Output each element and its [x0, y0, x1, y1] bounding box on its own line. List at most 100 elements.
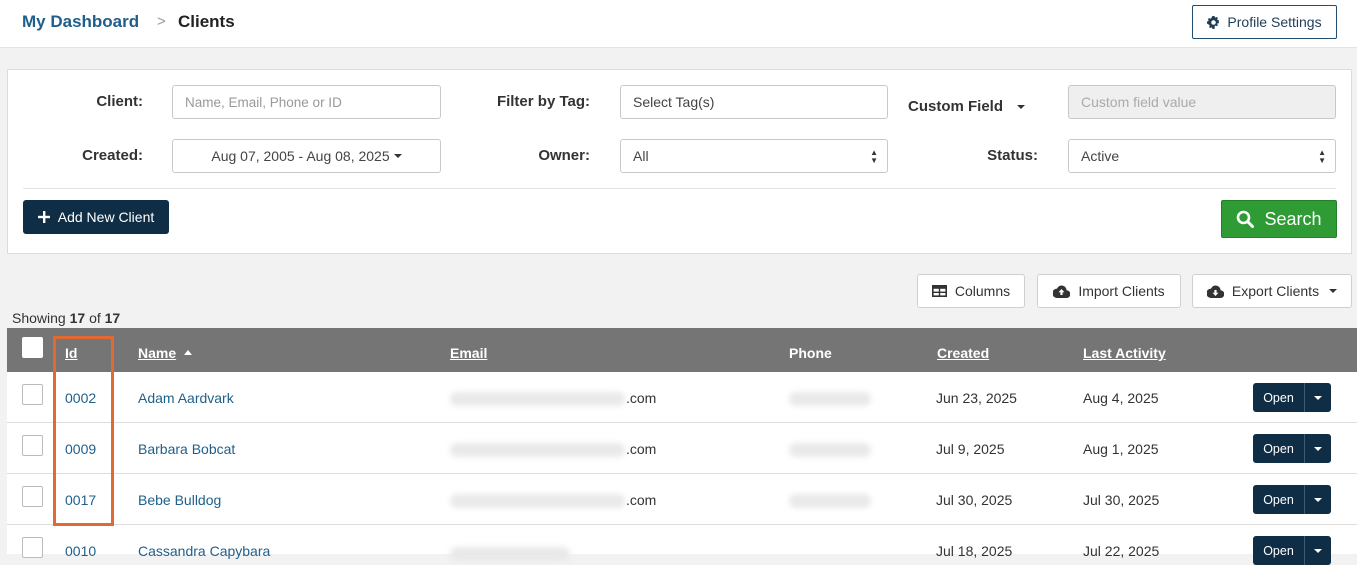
- open-dropdown-toggle[interactable]: [1305, 485, 1331, 514]
- breadcrumb-home-link[interactable]: My Dashboard: [22, 12, 139, 32]
- column-header-phone: Phone: [789, 345, 832, 361]
- column-header-last-activity[interactable]: Last Activity: [1083, 345, 1166, 361]
- results-count-of: of: [89, 310, 101, 326]
- owner-filter-label: Owner:: [538, 147, 590, 164]
- row-checkbox[interactable]: [22, 435, 43, 456]
- row-checkbox[interactable]: [22, 537, 43, 558]
- search-button[interactable]: Search: [1221, 200, 1337, 238]
- table-header: Id Name Email Phone Created Last Activit…: [7, 328, 1357, 372]
- client-last-activity: Jul 22, 2025: [1083, 543, 1160, 559]
- results-count-prefix: Showing: [12, 310, 66, 326]
- open-dropdown-toggle[interactable]: [1305, 536, 1331, 565]
- client-created-date: Jul 18, 2025: [936, 543, 1013, 559]
- results-count: Showing 17 of 17: [12, 310, 120, 326]
- sort-ascending-icon: [184, 350, 193, 355]
- profile-settings-label: Profile Settings: [1227, 14, 1322, 30]
- select-arrows-icon: ▲ ▼: [870, 148, 878, 165]
- tag-select-input[interactable]: Select Tag(s): [620, 85, 888, 119]
- redacted-email: [450, 547, 570, 561]
- page-title: Clients: [178, 12, 235, 31]
- custom-field-value-input[interactable]: Custom field value: [1068, 85, 1336, 119]
- open-dropdown-toggle[interactable]: [1305, 434, 1331, 463]
- redacted-email: [450, 494, 625, 508]
- row-checkbox[interactable]: [22, 486, 43, 507]
- table-columns-icon: [931, 285, 947, 297]
- caret-down-icon: [1329, 289, 1338, 293]
- export-clients-label: Export Clients: [1231, 283, 1320, 299]
- open-button[interactable]: Open: [1253, 485, 1305, 514]
- import-clients-button[interactable]: Import Clients: [1037, 274, 1181, 308]
- status-filter-label: Status:: [987, 147, 1038, 164]
- plus-icon: [37, 211, 50, 223]
- open-button-group: Open: [1253, 485, 1331, 514]
- export-clients-button[interactable]: Export Clients: [1192, 274, 1352, 308]
- client-created-date: Jun 23, 2025: [936, 390, 1017, 406]
- owner-select-value: All: [633, 148, 649, 164]
- top-bar: My Dashboard > Clients Profile Settings: [0, 0, 1357, 48]
- client-created-date: Jul 30, 2025: [936, 492, 1013, 508]
- table-row: 0009 Barbara Bobcat .com Jul 9, 2025 Aug…: [7, 423, 1357, 474]
- client-created-date: Jul 9, 2025: [936, 441, 1005, 457]
- column-header-name[interactable]: Name: [138, 345, 193, 361]
- client-email-suffix: .com: [626, 390, 657, 406]
- add-new-client-label: Add New Client: [57, 209, 155, 225]
- client-name-link[interactable]: Adam Aardvark: [138, 390, 234, 406]
- open-button[interactable]: Open: [1253, 536, 1305, 565]
- tag-filter-label: Filter by Tag:: [496, 93, 590, 110]
- column-header-created[interactable]: Created: [937, 345, 989, 361]
- open-button[interactable]: Open: [1253, 434, 1305, 463]
- breadcrumb-separator: >: [157, 13, 166, 30]
- client-last-activity: Aug 1, 2025: [1083, 441, 1159, 457]
- open-button-group: Open: [1253, 536, 1331, 565]
- id-column-highlight: [53, 336, 114, 526]
- created-date-range-picker[interactable]: Aug 07, 2005 - Aug 08, 2025: [172, 139, 441, 173]
- table-row: 0017 Bebe Bulldog .com Jul 30, 2025 Jul …: [7, 474, 1357, 525]
- columns-label: Columns: [954, 283, 1011, 299]
- columns-button[interactable]: Columns: [917, 274, 1025, 308]
- select-all-checkbox[interactable]: [22, 337, 43, 358]
- caret-down-icon: [1314, 548, 1322, 553]
- redacted-phone: [789, 443, 871, 457]
- custom-field-dropdown[interactable]: Custom Field: [908, 98, 1053, 115]
- client-email-suffix: .com: [626, 492, 657, 508]
- caret-down-icon: [1314, 395, 1322, 400]
- profile-settings-button[interactable]: Profile Settings: [1192, 5, 1337, 39]
- open-dropdown-toggle[interactable]: [1305, 383, 1331, 412]
- client-filter-label: Client:: [96, 93, 143, 110]
- filter-panel: Client: Name, Email, Phone or ID Filter …: [7, 69, 1352, 254]
- caret-down-icon: [1314, 497, 1322, 502]
- status-select[interactable]: Active ▲ ▼: [1068, 139, 1336, 173]
- results-count-total: 17: [104, 310, 121, 326]
- chevron-down-icon: [1017, 105, 1026, 110]
- row-checkbox[interactable]: [22, 384, 43, 405]
- client-search-input[interactable]: Name, Email, Phone or ID: [172, 85, 441, 119]
- search-label: Search: [1264, 208, 1322, 229]
- table-row: 0010 Cassandra Capybara Jul 18, 2025 Jul…: [7, 525, 1357, 565]
- owner-select[interactable]: All ▲ ▼: [620, 139, 888, 173]
- search-icon: [1237, 210, 1255, 228]
- table-row: 0002 Adam Aardvark .com Jun 23, 2025 Aug…: [7, 372, 1357, 423]
- redacted-phone: [789, 392, 871, 406]
- caret-down-icon: [393, 154, 402, 158]
- custom-field-label: Custom Field: [908, 98, 1004, 115]
- client-last-activity: Aug 4, 2025: [1083, 390, 1159, 406]
- open-button-group: Open: [1253, 434, 1331, 463]
- created-filter-label: Created:: [82, 147, 143, 164]
- client-name-link[interactable]: Barbara Bobcat: [138, 441, 235, 457]
- redacted-email: [450, 392, 625, 406]
- open-button-group: Open: [1253, 383, 1331, 412]
- client-name-link[interactable]: Cassandra Capybara: [138, 543, 270, 559]
- column-header-email[interactable]: Email: [450, 345, 487, 361]
- add-new-client-button[interactable]: Add New Client: [23, 200, 169, 234]
- column-header-name-label: Name: [138, 345, 177, 361]
- client-email-suffix: .com: [626, 441, 657, 457]
- open-button[interactable]: Open: [1253, 383, 1305, 412]
- cloud-download-icon: [1206, 285, 1224, 298]
- client-last-activity: Jul 30, 2025: [1083, 492, 1160, 508]
- client-id-link[interactable]: 0010: [65, 543, 96, 559]
- filter-divider: [23, 188, 1336, 189]
- created-date-range-value: Aug 07, 2005 - Aug 08, 2025: [211, 148, 390, 164]
- client-name-link[interactable]: Bebe Bulldog: [138, 492, 221, 508]
- caret-down-icon: [1314, 446, 1322, 451]
- results-count-value: 17: [69, 310, 86, 326]
